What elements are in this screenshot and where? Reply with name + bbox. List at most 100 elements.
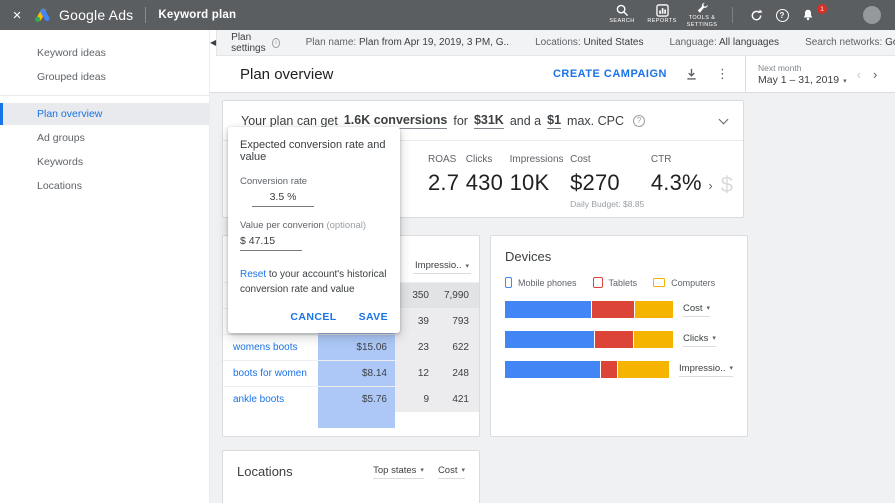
- date-range-selector[interactable]: Next month May 1 – 31, 2019 ▾: [758, 63, 847, 86]
- banner-cpc-value[interactable]: $1: [547, 113, 562, 129]
- collapse-panel-button[interactable]: ◀: [210, 29, 218, 56]
- bar-segment-computer[interactable]: [634, 301, 673, 318]
- metric-ctr: CTR 4.3%: [651, 154, 702, 196]
- topbar-divider: [145, 7, 147, 23]
- bar-segment-tablet[interactable]: [594, 331, 633, 348]
- tools-settings-button[interactable]: TOOLS & SETTINGS: [682, 1, 722, 29]
- sidebar-item-grouped-ideas[interactable]: Grouped ideas: [0, 66, 209, 88]
- locations-top-states-dropdown[interactable]: Top states ▾: [373, 465, 424, 479]
- tools-label: TOOLS & SETTINGS: [686, 14, 718, 28]
- google-ads-logo-icon: [35, 8, 50, 22]
- reports-button[interactable]: REPORTS: [642, 4, 682, 25]
- chevron-down-icon: ▾: [420, 467, 424, 474]
- bell-icon: [803, 9, 813, 21]
- optional-label: (optional): [326, 220, 367, 231]
- sidebar-item-keyword-ideas[interactable]: Keyword ideas: [0, 42, 209, 64]
- devices-cost-dropdown[interactable]: Cost ▾: [683, 303, 711, 317]
- keyword-link[interactable]: womens boots: [223, 335, 318, 360]
- chevron-down-icon: ▾: [843, 77, 847, 85]
- bar-segment-mobile[interactable]: [505, 331, 595, 348]
- banner-collapse-icon[interactable]: [718, 114, 729, 124]
- legend-mobile-phones: Mobile phones: [505, 277, 577, 288]
- impressions-cell: 248: [433, 361, 479, 386]
- help-button[interactable]: ?: [769, 8, 795, 22]
- tools-icon: [696, 1, 709, 14]
- metric-label: Impressions: [509, 154, 564, 165]
- plan-settings-bar: ◀ Plan settings i Plan name: Plan from A…: [210, 29, 895, 56]
- table-row[interactable]: ankle boots $5.76 9 421: [223, 386, 479, 412]
- devices-impressions-dropdown[interactable]: Impressio.. ▾: [679, 363, 733, 377]
- plan-name-field[interactable]: Plan name: Plan from Apr 19, 2019, 3 PM,…: [306, 37, 509, 48]
- metric-label: Cost: [570, 154, 591, 165]
- more-options-icon[interactable]: ⋮: [716, 66, 729, 82]
- cancel-button[interactable]: CANCEL: [290, 311, 336, 323]
- dialog-title: Expected conversion rate and value: [240, 139, 386, 163]
- keywords-impressions-dropdown[interactable]: Impressio.. ▾: [413, 260, 471, 274]
- keyword-link[interactable]: boots for women: [223, 361, 318, 386]
- clicks-cell: 350: [395, 283, 433, 308]
- top-app-bar: × Google Ads Keyword plan SEARCH REPORTS: [0, 0, 895, 30]
- bar-segment-tablet[interactable]: [590, 301, 635, 318]
- devices-clicks-dropdown[interactable]: Clicks ▾: [683, 333, 716, 347]
- help-icon: ?: [775, 8, 789, 22]
- avatar[interactable]: [863, 6, 881, 24]
- locations-field[interactable]: Locations: United States: [535, 37, 643, 48]
- notification-badge: 1: [817, 4, 827, 14]
- date-range-box: Next month May 1 – 31, 2019 ▾ ‹ ›: [745, 56, 895, 92]
- banner-mid1: for: [453, 113, 468, 128]
- cost-cell: $15.06: [318, 335, 395, 360]
- sidebar-item-locations[interactable]: Locations: [0, 175, 209, 197]
- sidebar: Keyword ideas Grouped ideas Plan overvie…: [0, 30, 210, 503]
- keywords-table-footer: [223, 412, 479, 428]
- metric-impressions: Impressions 10K: [510, 154, 564, 196]
- conversion-rate-input[interactable]: [252, 189, 314, 207]
- plan-settings-link[interactable]: Plan settings i: [231, 32, 280, 54]
- save-button[interactable]: SAVE: [359, 311, 388, 323]
- bar-segment-mobile[interactable]: [505, 361, 601, 378]
- devices-title: Devices: [505, 249, 552, 264]
- table-row[interactable]: boots for women $8.14 12 248: [223, 360, 479, 386]
- metric-clicks: Clicks 430: [466, 154, 503, 196]
- previous-period-icon[interactable]: ‹: [857, 67, 861, 82]
- stacked-bar: [505, 361, 669, 378]
- table-row[interactable]: womens boots $15.06 23 622: [223, 334, 479, 360]
- locations-value: United States: [583, 37, 644, 48]
- legend-label: Computers: [671, 277, 716, 288]
- bar-segment-computer[interactable]: [632, 331, 673, 348]
- keyword-link[interactable]: ankle boots: [223, 387, 318, 412]
- sidebar-item-ad-groups[interactable]: Ad groups: [0, 127, 209, 149]
- download-button[interactable]: [685, 68, 698, 81]
- banner-cost-value[interactable]: $31K: [473, 113, 504, 129]
- bar-segment-computer[interactable]: [616, 361, 669, 378]
- metrics-scroll-right-icon[interactable]: ›: [708, 178, 712, 193]
- clicks-cell: 9: [395, 387, 433, 412]
- metric-value: 4.3%: [650, 170, 702, 195]
- language-field[interactable]: Language: All languages: [670, 37, 780, 48]
- banner-help-icon[interactable]: ?: [632, 114, 645, 127]
- bar-segment-tablet[interactable]: [600, 361, 617, 378]
- refresh-icon: [751, 8, 763, 20]
- metric-cost: Cost $270 Daily Budget: $8.85: [570, 154, 644, 209]
- locations-cost-dropdown[interactable]: Cost ▾: [437, 465, 465, 479]
- brand-text: Google Ads: [59, 7, 134, 23]
- content-area: Your plan can get 1.6K conversions for $…: [210, 93, 895, 503]
- search-button[interactable]: SEARCH: [602, 4, 642, 25]
- stacked-bar: [505, 301, 673, 318]
- value-per-conversion-input[interactable]: [240, 233, 302, 251]
- google-ads-logo: Google Ads: [34, 7, 133, 23]
- create-campaign-button[interactable]: CREATE CAMPAIGN: [553, 68, 667, 80]
- next-period-icon[interactable]: ›: [873, 67, 877, 82]
- sidebar-item-plan-overview[interactable]: Plan overview: [0, 103, 209, 125]
- cost-cell: $5.76: [318, 387, 395, 412]
- metric-label: CTR: [650, 154, 672, 165]
- download-icon: [687, 68, 696, 80]
- locations-card: Locations Top states ▾ Cost ▾: [222, 450, 480, 503]
- devices-bar-clicks: Clicks ▾: [505, 331, 733, 348]
- sidebar-item-keywords[interactable]: Keywords: [0, 151, 209, 173]
- reset-link[interactable]: Reset: [240, 269, 266, 280]
- close-icon[interactable]: ×: [0, 7, 34, 24]
- notifications-button[interactable]: 1: [795, 4, 827, 22]
- search-networks-field[interactable]: Search networks: Google: [805, 37, 895, 48]
- bar-segment-mobile[interactable]: [505, 301, 591, 318]
- refresh-button[interactable]: [743, 8, 769, 22]
